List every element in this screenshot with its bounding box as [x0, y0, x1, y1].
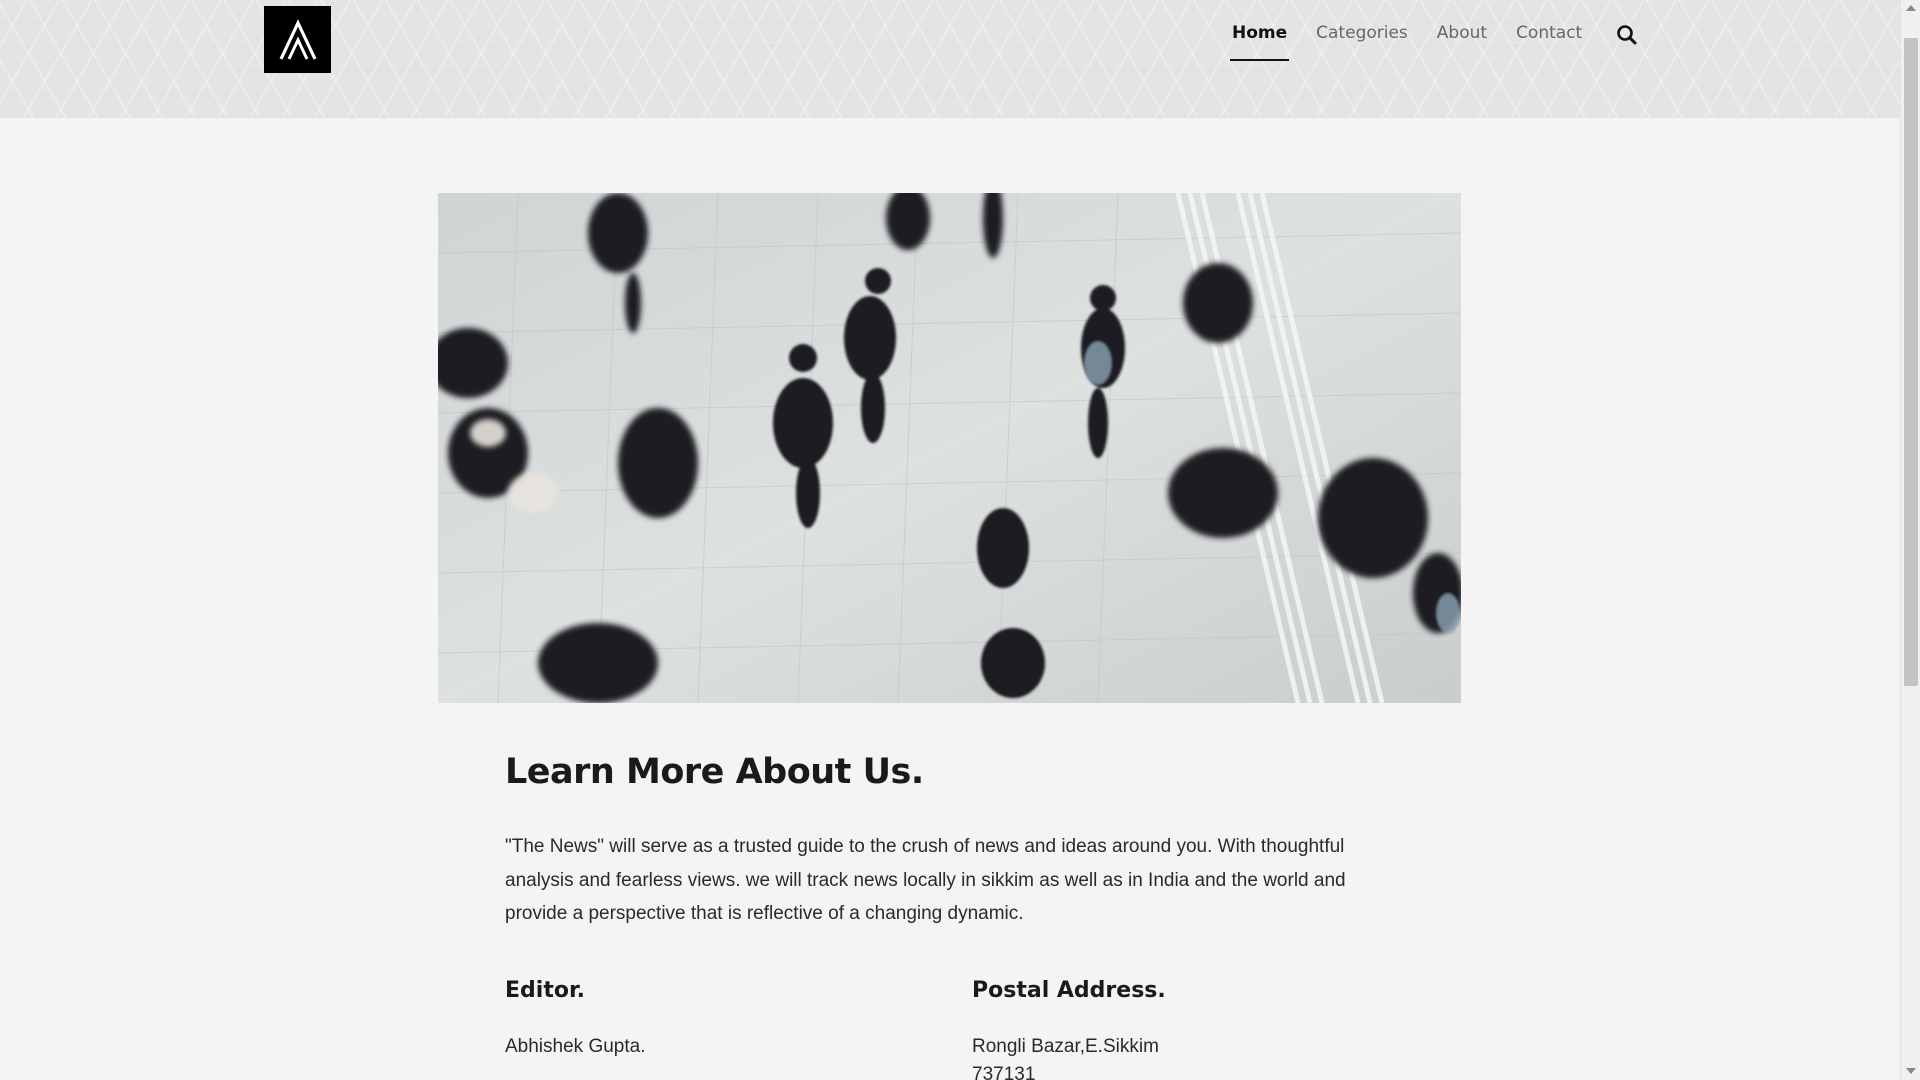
scroll-down-icon[interactable] [1906, 1068, 1916, 1074]
editor-heading: Editor. [505, 978, 586, 1003]
address-line-1: Rongli Bazar,E.Sikkim [972, 1036, 1159, 1057]
nav-about[interactable]: About [1435, 15, 1489, 51]
editor-block: Editor. Abhishek Gupta. [505, 978, 645, 1061]
address-line-2: 737131 [972, 1064, 1036, 1080]
nav-home[interactable]: Home [1230, 15, 1290, 61]
nav-categories[interactable]: Categories [1314, 15, 1410, 51]
site-logo[interactable] [264, 6, 331, 73]
search-icon [1617, 25, 1637, 45]
hero-image [438, 193, 1461, 703]
scroll-up-icon[interactable] [1906, 5, 1916, 11]
logo-icon [279, 18, 316, 60]
scroll-thumb[interactable] [1904, 38, 1918, 686]
editor-name: Abhishek Gupta. [505, 1036, 646, 1057]
page-title: Learn More About Us. [505, 752, 924, 792]
address-block: Postal Address. Rongli Bazar,E.Sikkim 73… [972, 978, 1166, 1080]
main-nav: Home Categories About Contact [1230, 0, 1609, 66]
nav-contact[interactable]: Contact [1514, 15, 1584, 51]
about-section: Learn More About Us. "The News" will ser… [505, 752, 1405, 1080]
intro-paragraph: "The News" will serve as a trusted guide… [505, 836, 1346, 924]
address-heading: Postal Address. [972, 978, 1166, 1003]
page-scrollbar[interactable] [1900, 0, 1920, 1080]
search-button[interactable] [1616, 24, 1638, 46]
crowd-photo [438, 193, 1461, 703]
site-header: Home Categories About Contact [0, 0, 1900, 118]
